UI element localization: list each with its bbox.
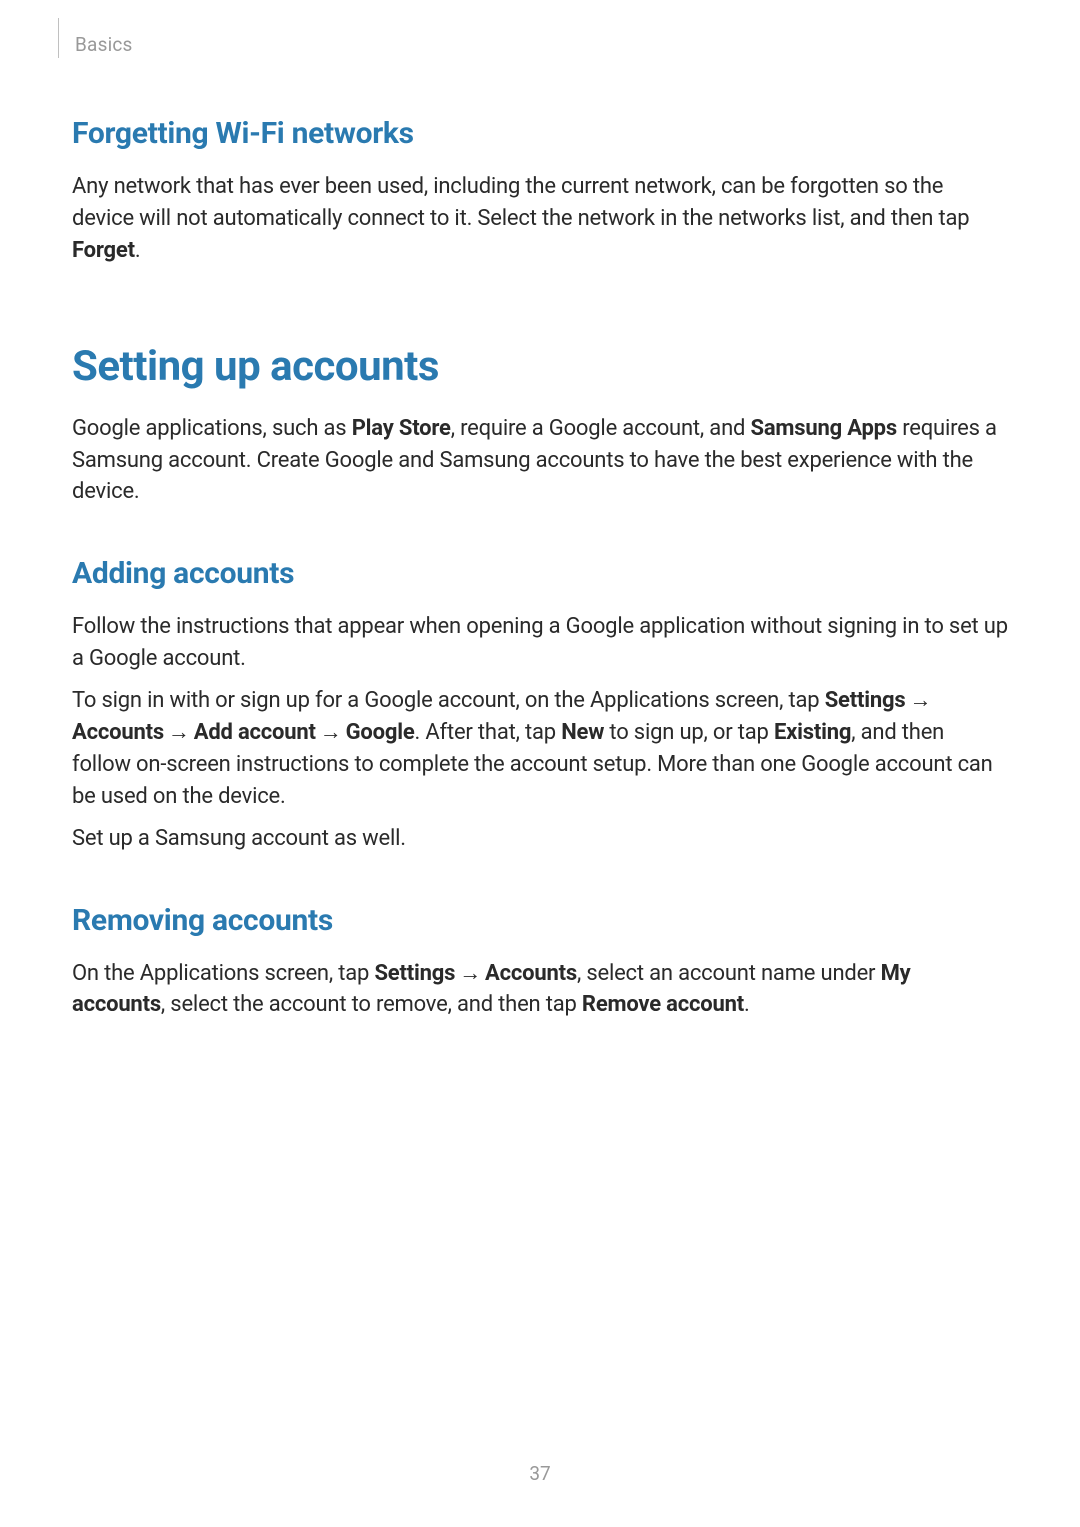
bold-google: Google [346, 720, 415, 745]
page-number: 37 [0, 1462, 1080, 1485]
bold-remove-account: Remove account [582, 992, 744, 1017]
paragraph-forgetting: Any network that has ever been used, inc… [72, 171, 1008, 267]
bold-play-store: Play Store [352, 416, 451, 441]
arrow-icon: → [909, 685, 931, 717]
bold-settings: Settings [374, 961, 455, 986]
paragraph-removing: On the Applications screen, tap Settings… [72, 958, 1008, 1022]
text: Google applications, such as [72, 416, 352, 441]
arrow-icon: → [459, 958, 481, 990]
text: To sign in with or sign up for a Google … [72, 688, 825, 713]
bold-settings: Settings [825, 688, 906, 713]
bold-existing: Existing [774, 720, 851, 745]
bold-samsung-apps: Samsung Apps [751, 416, 897, 441]
text: , select an account name under [577, 961, 881, 986]
bold-forget: Forget [72, 238, 135, 263]
text: Any network that has ever been used, inc… [72, 174, 969, 231]
text: . [744, 992, 750, 1017]
heading-removing-accounts: Removing accounts [72, 903, 1008, 938]
paragraph-adding-1: Follow the instructions that appear when… [72, 611, 1008, 675]
text: , select the account to remove, and then… [161, 992, 582, 1017]
text: On the Applications screen, tap [72, 961, 374, 986]
heading-forgetting-wifi: Forgetting Wi-Fi networks [72, 116, 1008, 151]
bold-accounts: Accounts [72, 720, 164, 745]
paragraph-setting-up: Google applications, such as Play Store,… [72, 413, 1008, 509]
text: to sign up, or tap [604, 720, 774, 745]
bold-add-account: Add account [194, 720, 316, 745]
paragraph-adding-3: Set up a Samsung account as well. [72, 823, 1008, 855]
text: . [135, 238, 141, 263]
text: , require a Google account, and [451, 416, 751, 441]
text: . After that, tap [415, 720, 562, 745]
arrow-icon: → [320, 717, 342, 749]
heading-adding-accounts: Adding accounts [72, 556, 1008, 591]
paragraph-adding-2: To sign in with or sign up for a Google … [72, 685, 1008, 813]
bold-accounts: Accounts [485, 961, 577, 986]
arrow-icon: → [168, 717, 190, 749]
header-divider [58, 18, 59, 58]
bold-new: New [561, 720, 604, 745]
breadcrumb: Basics [75, 33, 1008, 56]
heading-setting-up-accounts: Setting up accounts [72, 342, 1008, 391]
